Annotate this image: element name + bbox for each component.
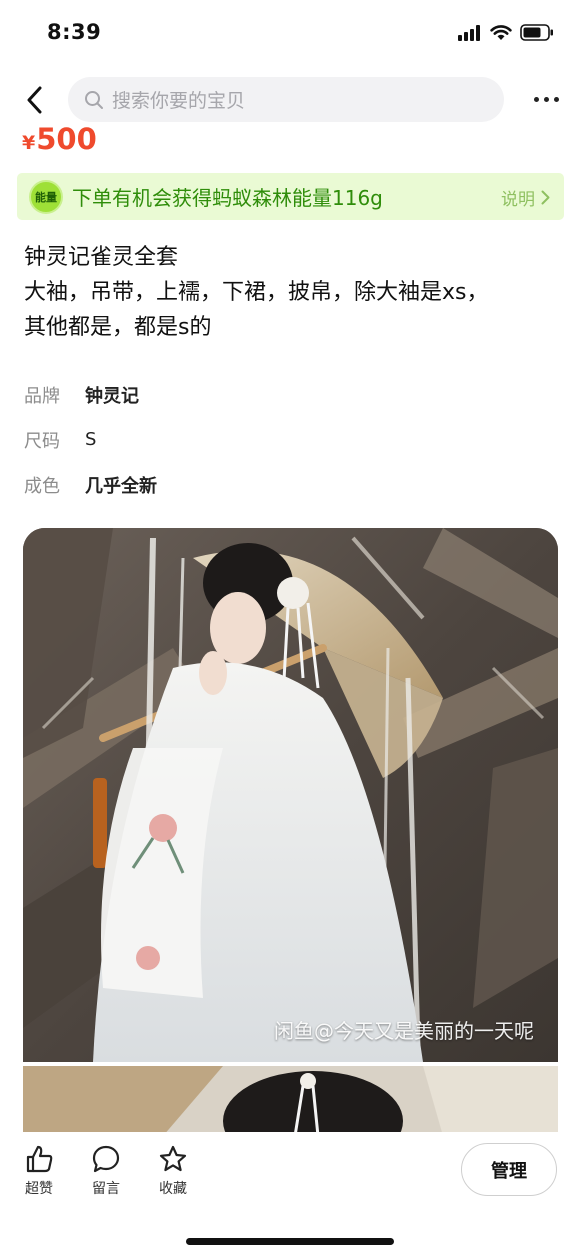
status-bar: 8:39 xyxy=(0,0,580,68)
attribute-row-brand: 品牌 钟灵记 xyxy=(24,372,544,417)
chevron-right-icon xyxy=(541,190,550,205)
energy-explain-link[interactable]: 说明 xyxy=(501,185,550,210)
search-input[interactable]: 搜索你要的宝贝 xyxy=(68,77,504,122)
wifi-icon xyxy=(490,24,512,40)
attribute-label: 品牌 xyxy=(24,385,60,407)
energy-badge-icon: 能量 xyxy=(29,179,63,214)
comment-button[interactable]: 留言 xyxy=(81,1144,131,1198)
description-line: 其他都是，都是s的 xyxy=(24,315,212,340)
status-icons xyxy=(458,24,554,41)
home-indicator xyxy=(186,1238,394,1245)
bottom-action-bar: 超赞 留言 收藏 管理 xyxy=(0,1132,580,1255)
thumbs-up-icon xyxy=(26,1145,53,1173)
chevron-left-icon xyxy=(27,86,42,114)
attribute-value: 几乎全新 xyxy=(85,475,157,497)
search-placeholder: 搜索你要的宝贝 xyxy=(112,90,246,112)
favorite-label: 收藏 xyxy=(159,1181,187,1197)
price-amount: 500 xyxy=(36,122,97,156)
back-button[interactable] xyxy=(16,80,52,120)
item-description: 钟灵记雀灵全套 大袖，吊带，上襦，下裙，披帛，除大袖是xs， 其他都是，都是s的 xyxy=(24,240,559,345)
manage-button[interactable]: 管理 xyxy=(461,1143,557,1196)
comment-bubble-icon xyxy=(92,1145,120,1173)
more-dot-icon xyxy=(543,96,549,102)
like-label: 超赞 xyxy=(25,1181,53,1197)
comment-label: 留言 xyxy=(92,1181,120,1197)
more-dot-icon xyxy=(553,96,559,102)
price-currency: ¥ xyxy=(22,132,36,154)
search-icon xyxy=(85,90,103,109)
more-options-button[interactable] xyxy=(526,84,566,114)
energy-banner[interactable]: 能量 下单有机会获得蚂蚁森林能量116g 说明 xyxy=(17,173,564,220)
nav-bar: 搜索你要的宝贝 xyxy=(0,74,580,126)
cellular-signal-icon xyxy=(458,24,480,41)
status-time: 8:39 xyxy=(47,20,102,44)
attribute-label: 成色 xyxy=(24,475,60,497)
energy-banner-text: 下单有机会获得蚂蚁森林能量116g xyxy=(72,186,383,210)
product-photo-2[interactable] xyxy=(23,1066,558,1136)
product-photo-image xyxy=(23,528,558,1062)
product-photo[interactable]: 闲鱼@今天又是美丽的一天呢 xyxy=(23,528,558,1062)
battery-icon xyxy=(520,24,553,41)
attribute-label: 尺码 xyxy=(24,430,60,452)
attribute-value: S xyxy=(85,429,97,450)
attribute-value: 钟灵记 xyxy=(85,385,139,407)
item-price: ¥ 500 xyxy=(22,122,97,156)
product-photo-2-image xyxy=(23,1066,558,1136)
description-line: 钟灵记雀灵全套 xyxy=(24,245,179,270)
attribute-row-size: 尺码 S xyxy=(24,417,544,462)
description-line: 大袖，吊带，上襦，下裙，披帛，除大袖是xs， xyxy=(24,280,489,305)
favorite-button[interactable]: 收藏 xyxy=(148,1144,198,1198)
like-button[interactable]: 超赞 xyxy=(14,1144,64,1198)
star-icon xyxy=(159,1145,187,1172)
more-dot-icon xyxy=(533,96,539,102)
energy-explain-label: 说明 xyxy=(501,190,535,210)
attribute-row-condition: 成色 几乎全新 xyxy=(24,462,544,507)
item-attributes: 品牌 钟灵记 尺码 S 成色 几乎全新 xyxy=(24,372,544,507)
photo-watermark: 闲鱼@今天又是美丽的一天呢 xyxy=(274,1019,534,1043)
